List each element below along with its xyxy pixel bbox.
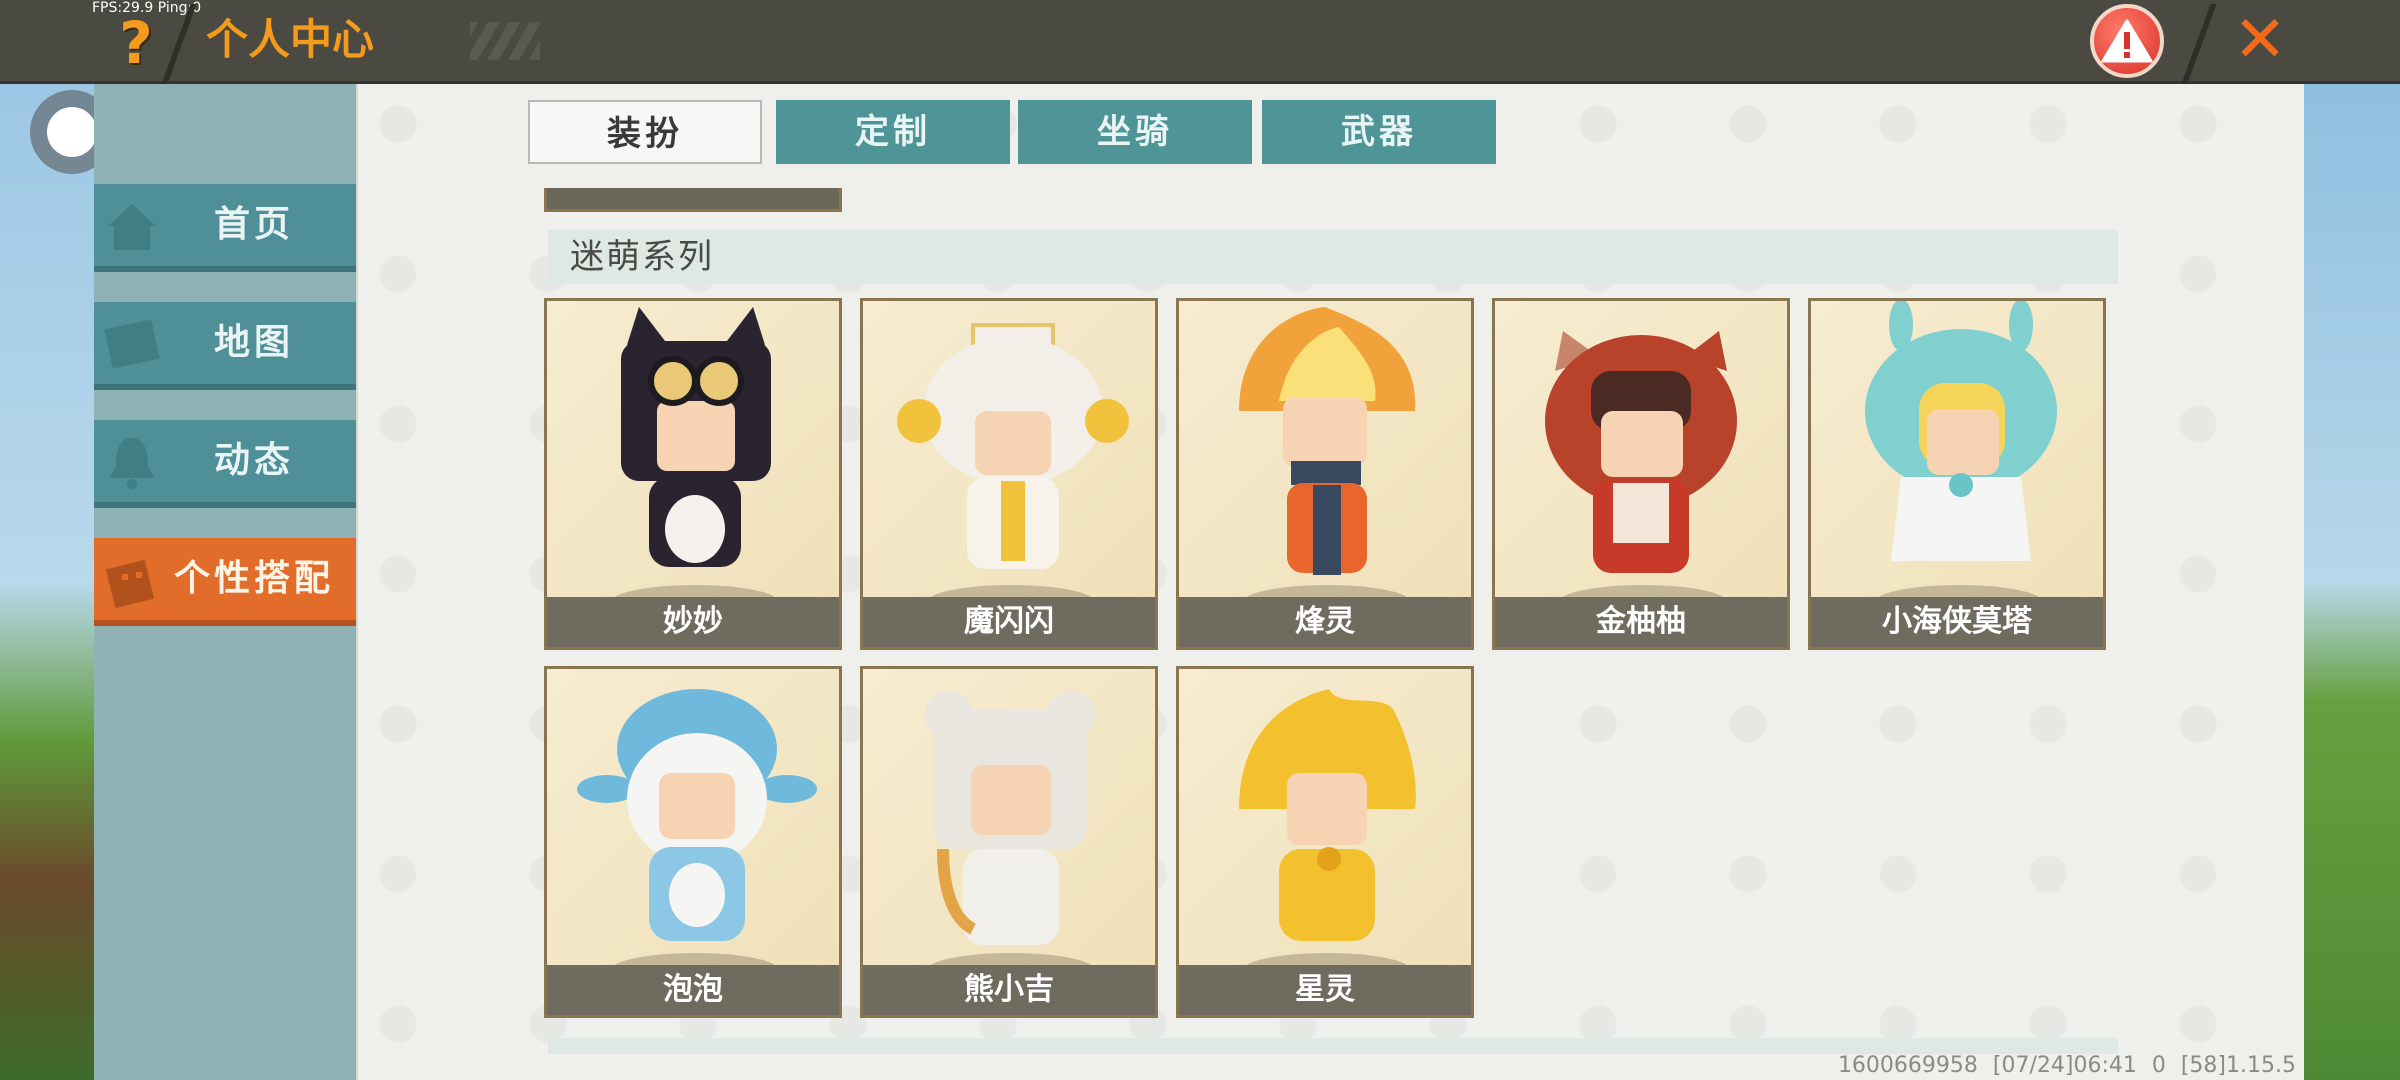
report-warning-button[interactable] [2090, 4, 2164, 78]
section-title: 迷萌系列 [570, 237, 714, 277]
divider [161, 4, 197, 84]
skin-name: 小海侠莫塔 [1811, 597, 2103, 647]
skin-name: 魔闪闪 [863, 597, 1155, 647]
house-icon [108, 204, 156, 250]
page-title: 个人中心 [206, 15, 375, 64]
tab-dress-up[interactable]: 装扮 [528, 100, 762, 164]
skin-card[interactable]: 小海侠莫塔 [1808, 298, 2106, 650]
character-bear-figure [925, 691, 1095, 945]
character-star-spirit-figure [1239, 689, 1416, 941]
wardrobe-icon [105, 559, 155, 609]
skin-card[interactable]: 熊小吉 [860, 666, 1158, 1018]
bell-icon [110, 438, 154, 489]
character-fire-spirit-figure [1239, 307, 1416, 575]
tab-customize[interactable]: 定制 [776, 100, 1010, 164]
warning-triangle-icon [2101, 19, 2153, 63]
character-magician-figure [897, 323, 1129, 569]
skin-card[interactable]: 烽灵 [1176, 298, 1474, 650]
skin-name: 金柚柚 [1495, 597, 1787, 647]
sidebar-item-home[interactable]: 首页 [94, 184, 356, 272]
decorative-stripes [470, 22, 540, 60]
sidebar-item-label: 动态 [214, 440, 295, 481]
skin-card[interactable]: 魔闪闪 [860, 298, 1158, 650]
sidebar-item-label: 个性搭配 [174, 558, 335, 599]
ring-icon [47, 107, 97, 157]
build-info: 1600669958 [07/24]06:41 0 [58]1.15.5 [1837, 1053, 2296, 1078]
skin-name: 妙妙 [547, 597, 839, 647]
skin-name: 熊小吉 [863, 965, 1155, 1015]
character-cat-figure [621, 307, 771, 567]
top-bar: FPS:29.9 Ping:0 ? 个人中心 ✕ [0, 0, 2400, 84]
skin-card[interactable]: 星灵 [1176, 666, 1474, 1018]
character-sea-hero-figure [1865, 301, 2057, 561]
main-panel: 装扮 定制 坐骑 武器 迷萌系列 妙妙 魔闪闪 烽灵 金柚柚 小海侠莫塔 泡泡 … [356, 84, 2304, 1080]
background-world-left [0, 84, 100, 1080]
sidebar-item-feed[interactable]: 动态 [94, 420, 356, 508]
sidebar-item-label: 地图 [214, 322, 295, 363]
skin-card[interactable]: 妙妙 [544, 298, 842, 650]
sidebar-item-map[interactable]: 地图 [94, 302, 356, 390]
sidebar-item-outfit[interactable]: 个性搭配 [94, 538, 356, 626]
close-button[interactable]: ✕ [2228, 8, 2292, 72]
skin-card[interactable]: 金柚柚 [1492, 298, 1790, 650]
sidebar: 首页 地图 动态 个性搭配 [94, 84, 356, 1080]
skin-card[interactable]: 泡泡 [544, 666, 842, 1018]
background-world-right [2304, 84, 2400, 1080]
map-icon [104, 319, 160, 369]
sidebar-item-label: 首页 [214, 204, 295, 245]
next-section-header [548, 1038, 2118, 1054]
help-icon[interactable]: ? [112, 12, 160, 74]
character-dolphin-figure [577, 689, 817, 941]
tab-weapon[interactable]: 武器 [1262, 100, 1496, 164]
divider [2181, 4, 2217, 84]
partial-skin-card[interactable] [544, 188, 842, 212]
skin-name: 烽灵 [1179, 597, 1471, 647]
character-pomelo-figure [1545, 331, 1737, 573]
tab-mount[interactable]: 坐骑 [1018, 100, 1252, 164]
skin-name: 星灵 [1179, 965, 1471, 1015]
section-header: 迷萌系列 [548, 230, 2118, 284]
skin-name: 泡泡 [547, 965, 839, 1015]
